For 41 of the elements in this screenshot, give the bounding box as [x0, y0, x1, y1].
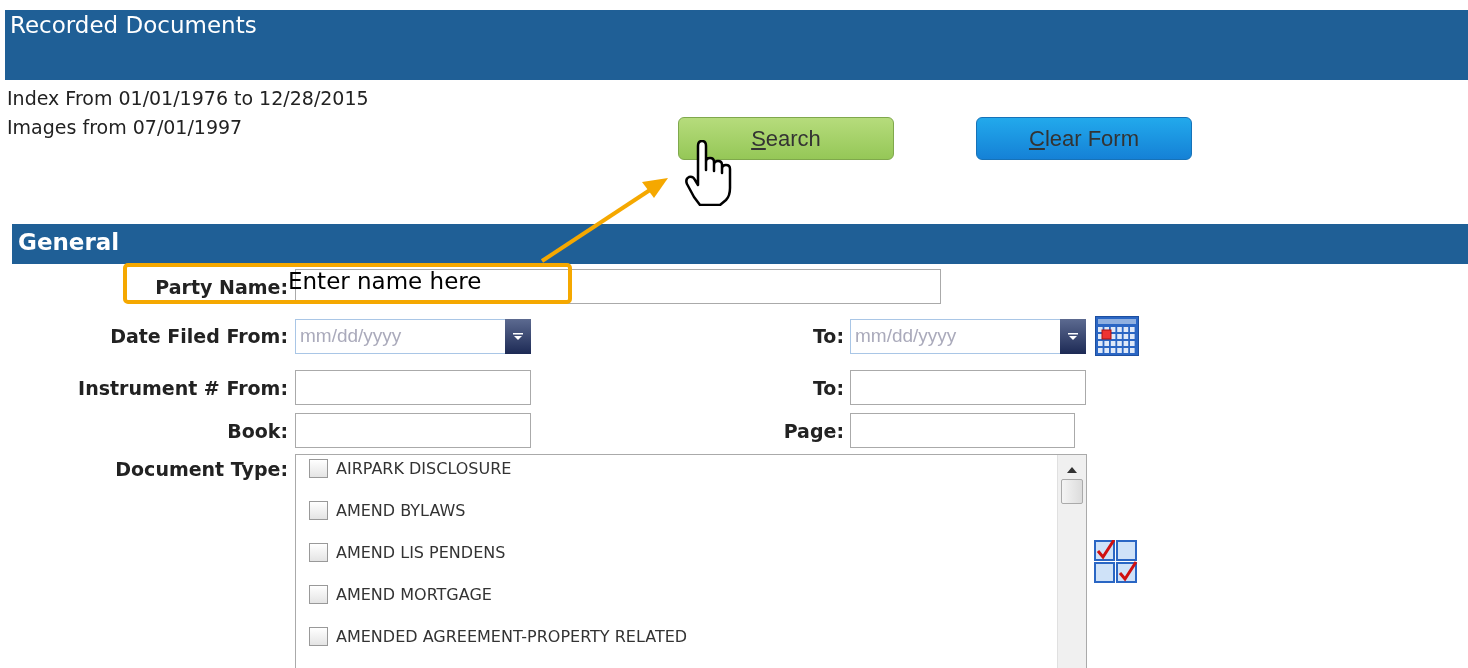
caret-icon: [1068, 332, 1078, 340]
scroll-thumb[interactable]: [1061, 479, 1083, 504]
field-label: To:: [811, 325, 844, 347]
dropdown-button[interactable]: [505, 318, 531, 354]
option-label: AMEND BYLAWS: [336, 500, 466, 520]
select-all-checkboxes-icon[interactable]: [1094, 540, 1138, 584]
section-title: General: [17, 228, 120, 255]
callout-text: Enter name here: [288, 268, 482, 294]
option-label: AMEND LIS PENDENS: [336, 542, 506, 562]
field-label: Instrument # From:: [77, 376, 288, 399]
checkbox[interactable]: [309, 584, 328, 604]
scrollbar[interactable]: [1057, 455, 1086, 668]
calendar-icon[interactable]: [1095, 316, 1139, 356]
instrument-to-field[interactable]: [850, 370, 1086, 405]
info-text: Index From 01/01/1976 to 12/28/2015: [7, 86, 370, 111]
hand-cursor-icon: [684, 140, 734, 206]
info-text: Images from 07/01/1997: [7, 115, 244, 140]
book-field[interactable]: [295, 413, 531, 448]
option-label: AIRPARK DISCLOSURE: [336, 458, 512, 478]
page-title: Recorded Documents: [9, 11, 257, 38]
field-label: Page:: [782, 419, 844, 442]
scroll-up-icon[interactable]: [1067, 467, 1077, 473]
page-field[interactable]: [850, 413, 1075, 448]
checkbox[interactable]: [309, 500, 328, 520]
date-from-field[interactable]: mm/dd/yyyy: [295, 318, 505, 354]
checkbox[interactable]: [309, 542, 328, 562]
clear-form-button[interactable]: Clear Form: [976, 117, 1192, 160]
field-label: Date Filed From:: [109, 325, 288, 347]
field-label: Book:: [226, 419, 288, 442]
field-label: Document Type:: [114, 457, 288, 480]
option-label: AMENDED AGREEMENT-PROPERTY RELATED: [336, 626, 688, 646]
field-label: To:: [811, 376, 844, 399]
field-label: Party Name:: [154, 275, 288, 298]
dropdown-button[interactable]: [1060, 318, 1086, 354]
option-label: AMEND MORTGAGE: [336, 584, 492, 604]
instrument-from-field[interactable]: [295, 370, 531, 405]
checkbox[interactable]: [309, 458, 328, 478]
checkbox[interactable]: [309, 626, 328, 646]
date-to-field[interactable]: mm/dd/yyyy: [850, 318, 1060, 354]
search-button[interactable]: Search: [678, 117, 894, 160]
caret-icon: [513, 332, 523, 340]
